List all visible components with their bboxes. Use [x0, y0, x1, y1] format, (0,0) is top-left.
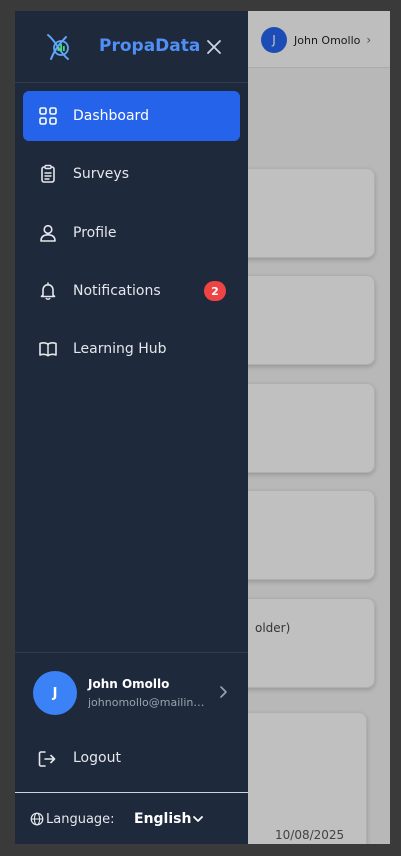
- app-frame: J John Omollo › older) 10/08/2025 PropaD…: [15, 11, 390, 844]
- language-bar: Language: English: [15, 792, 248, 844]
- language-label: Language:: [46, 812, 115, 827]
- nav-drawer: PropaData Dashboard Surveys Profile Noti…: [15, 11, 248, 844]
- user-name: John Omollo: [88, 677, 170, 691]
- nav-item-label: Dashboard: [73, 108, 149, 124]
- nav-item-surveys[interactable]: Surveys: [23, 149, 240, 199]
- chevron-right-icon: [220, 686, 227, 698]
- drawer-header: PropaData: [15, 11, 248, 83]
- user-icon: [40, 224, 56, 242]
- logout-icon: [38, 751, 56, 767]
- avatar: J: [33, 671, 77, 715]
- nav-item-learning-hub[interactable]: Learning Hub: [23, 324, 240, 374]
- notification-count-badge: 2: [204, 281, 226, 301]
- nav-item-dashboard[interactable]: Dashboard: [23, 91, 240, 141]
- nav-item-label: Profile: [73, 225, 117, 241]
- nav-item-profile[interactable]: Profile: [23, 208, 240, 258]
- nav-item-label: Notifications: [73, 283, 161, 299]
- close-icon[interactable]: [205, 38, 223, 56]
- logout-label: Logout: [73, 750, 121, 766]
- language-select[interactable]: English: [134, 810, 214, 830]
- drawer-user-section: J John Omollo johnomollo@mailinator.com …: [15, 652, 248, 792]
- brand-name: PropaData: [99, 36, 201, 56]
- globe-icon: [30, 812, 44, 826]
- chevron-down-icon: [193, 816, 203, 822]
- grid-icon: [39, 107, 57, 125]
- book-icon: [39, 342, 57, 357]
- nav-item-label: Learning Hub: [73, 341, 167, 357]
- language-value: English: [134, 811, 192, 827]
- bell-icon: [40, 282, 56, 300]
- user-profile-link[interactable]: J John Omollo johnomollo@mailinator.com: [15, 671, 248, 717]
- clipboard-icon: [41, 164, 55, 183]
- nav-item-notifications[interactable]: Notifications 2: [23, 266, 240, 316]
- user-email: johnomollo@mailinator.com: [88, 696, 208, 709]
- logout-button[interactable]: Logout: [15, 739, 248, 779]
- propadata-logo-icon: [47, 34, 69, 60]
- nav-item-label: Surveys: [73, 166, 129, 182]
